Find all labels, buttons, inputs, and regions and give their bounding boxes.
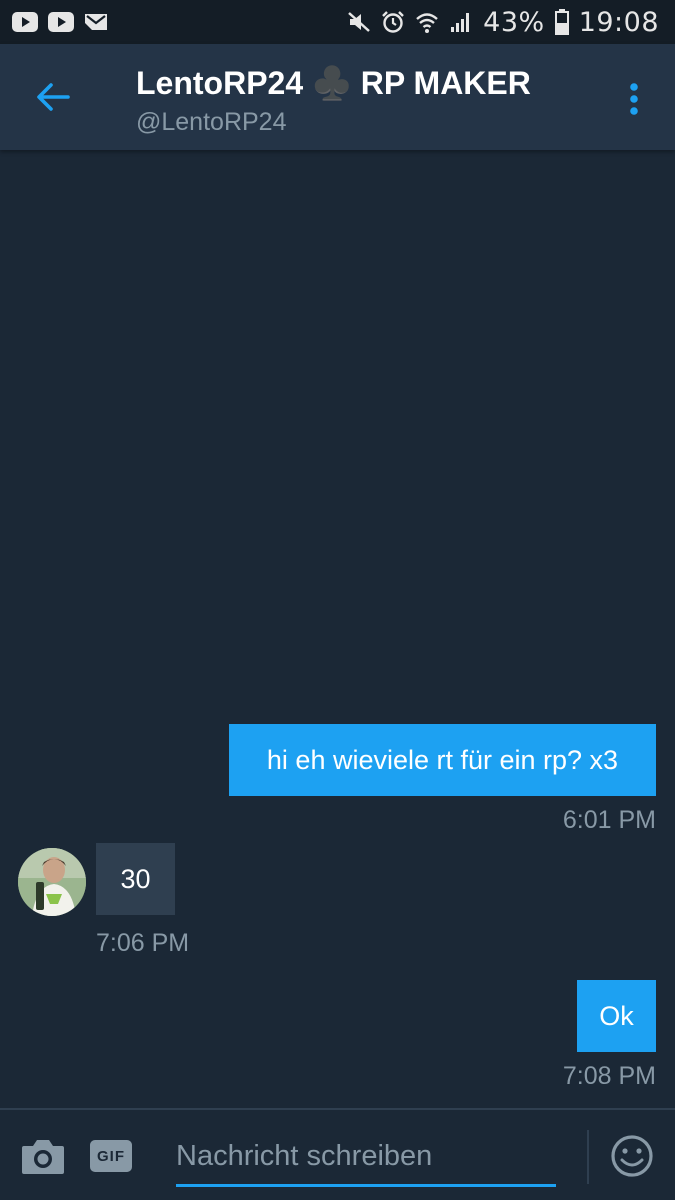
- more-vertical-icon: [630, 83, 638, 115]
- gif-button[interactable]: GIF: [90, 1140, 132, 1172]
- message-timestamp: 7:08 PM: [562, 1062, 656, 1090]
- divider: [587, 1130, 589, 1184]
- input-underline: [176, 1184, 556, 1187]
- avatar[interactable]: [18, 848, 86, 916]
- status-bar: 43% 19:08: [0, 0, 675, 44]
- signal-icon: [449, 10, 473, 34]
- youtube-icon: [48, 12, 74, 32]
- youtube-icon: [12, 12, 38, 32]
- message-composer: GIF: [0, 1108, 675, 1200]
- message-input[interactable]: [176, 1134, 556, 1178]
- battery-icon: [554, 9, 569, 35]
- more-options-button[interactable]: [612, 74, 656, 124]
- mute-icon: [347, 10, 371, 34]
- alarm-icon: [381, 10, 405, 34]
- conversation-header: LentoRP24 ♣️ RP MAKER @LentoRP24: [0, 44, 675, 150]
- message-timestamp: 6:01 PM: [562, 806, 656, 834]
- outgoing-message[interactable]: Ok: [577, 980, 656, 1052]
- emoji-button[interactable]: [610, 1134, 654, 1178]
- back-button[interactable]: [26, 72, 80, 122]
- camera-button[interactable]: [20, 1136, 66, 1176]
- clock: 19:08: [578, 6, 659, 38]
- mail-icon: [84, 12, 108, 32]
- emoji-icon: [611, 1135, 653, 1177]
- notification-icons: [12, 12, 108, 32]
- incoming-message[interactable]: 30: [96, 843, 175, 915]
- outgoing-message[interactable]: hi eh wieviele rt für ein rp? x3: [229, 724, 656, 796]
- contact-handle: @LentoRP24: [136, 108, 287, 136]
- wifi-icon: [415, 10, 439, 34]
- message-timestamp: 7:06 PM: [96, 929, 190, 957]
- contact-name[interactable]: LentoRP24 ♣️ RP MAKER: [136, 64, 531, 102]
- camera-icon: [22, 1140, 64, 1174]
- arrow-left-icon: [37, 83, 70, 111]
- battery-percentage: 43%: [483, 6, 545, 38]
- system-status: 43% 19:08: [347, 7, 659, 38]
